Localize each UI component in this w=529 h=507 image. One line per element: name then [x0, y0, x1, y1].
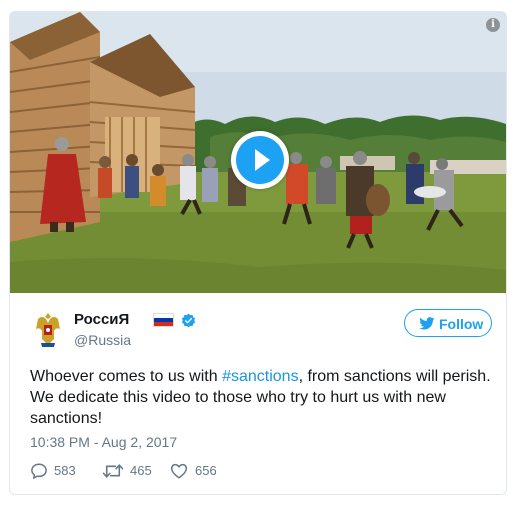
retweet-count: 465	[130, 463, 152, 478]
user-handle[interactable]: @Russia	[74, 332, 131, 348]
display-name[interactable]: РоссиЯ	[74, 311, 129, 328]
heart-icon	[170, 463, 188, 479]
tweet-card: i РоссиЯ @Russia Follow Whoever comes to…	[9, 11, 507, 495]
reply-icon	[31, 463, 47, 479]
info-icon[interactable]: i	[486, 18, 500, 32]
reply-button[interactable]: 583	[30, 461, 90, 481]
hashtag-link[interactable]: #sanctions	[222, 368, 299, 385]
russian-flag-icon	[153, 313, 174, 327]
timestamp[interactable]: 10:38 PM - Aug 2, 2017	[30, 434, 177, 450]
like-count: 656	[195, 463, 217, 478]
avatar[interactable]	[32, 309, 64, 349]
verified-badge-icon	[181, 313, 196, 328]
retweet-button[interactable]: 465	[102, 461, 162, 481]
retweet-icon	[102, 464, 124, 478]
tweet-text-before: Whoever comes to us with	[30, 368, 223, 385]
follow-label: Follow	[439, 316, 484, 332]
tweet-text: Whoever comes to us with #sanctions, fro…	[30, 366, 492, 429]
play-button[interactable]	[231, 131, 289, 189]
video-thumbnail[interactable]: i	[10, 12, 506, 293]
play-icon	[236, 136, 284, 184]
twitter-bird-icon	[419, 317, 435, 330]
follow-button[interactable]: Follow	[404, 309, 492, 337]
tweet-actions: 583 465 656	[30, 461, 330, 481]
reply-count: 583	[54, 463, 76, 478]
like-button[interactable]: 656	[170, 461, 230, 481]
tweet-header: РоссиЯ @Russia Follow	[32, 309, 492, 353]
